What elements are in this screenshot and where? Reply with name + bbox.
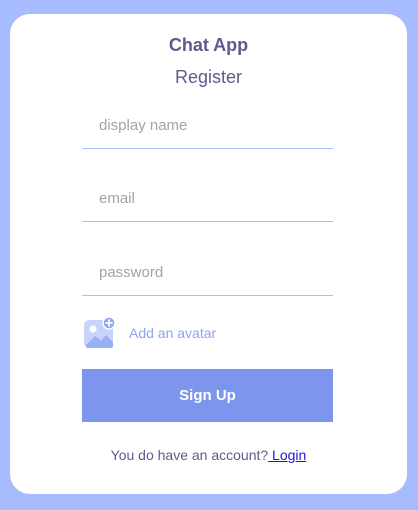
display-name-input[interactable] (82, 103, 333, 149)
login-link[interactable]: Login (268, 447, 306, 463)
register-card: Chat App Register Add an avatar Sign Up … (10, 14, 407, 494)
add-avatar-label: Add an avatar (129, 325, 217, 341)
sign-up-button[interactable]: Sign Up (82, 369, 333, 422)
login-prompt: You do have an account? Login (10, 447, 407, 463)
add-avatar-button[interactable]: Add an avatar (82, 315, 216, 351)
app-logo: Chat App (168, 35, 249, 55)
add-image-icon (84, 316, 116, 348)
password-input[interactable] (82, 250, 333, 296)
page-title: Register (174, 67, 243, 87)
email-input[interactable] (82, 176, 333, 222)
login-prompt-text: You do have an account? (110, 447, 269, 463)
